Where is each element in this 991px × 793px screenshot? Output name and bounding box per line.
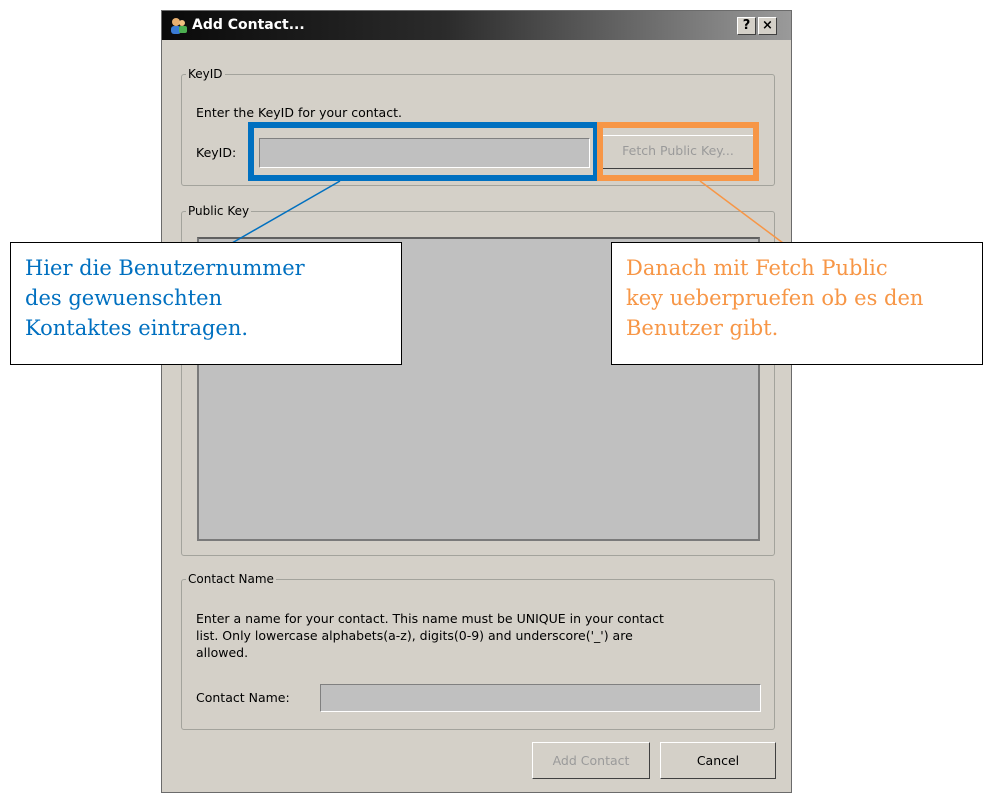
right-annotation-note: Danach mit Fetch Public key ueberpruefen… [611, 242, 983, 365]
right-note-line1: Danach mit Fetch Public [626, 256, 888, 280]
left-note-line2: des gewuenschten [25, 286, 223, 310]
left-annotation-note: Hier die Benutzernummer des gewuenschten… [10, 242, 402, 365]
left-note-line1: Hier die Benutzernummer [25, 256, 305, 280]
right-note-line2: key ueberpruefen ob es den [626, 286, 924, 310]
left-note-line3: Kontaktes eintragen. [25, 316, 249, 340]
callout-lines [231, 180, 784, 244]
right-note-line3: Benutzer gibt. [626, 316, 779, 340]
